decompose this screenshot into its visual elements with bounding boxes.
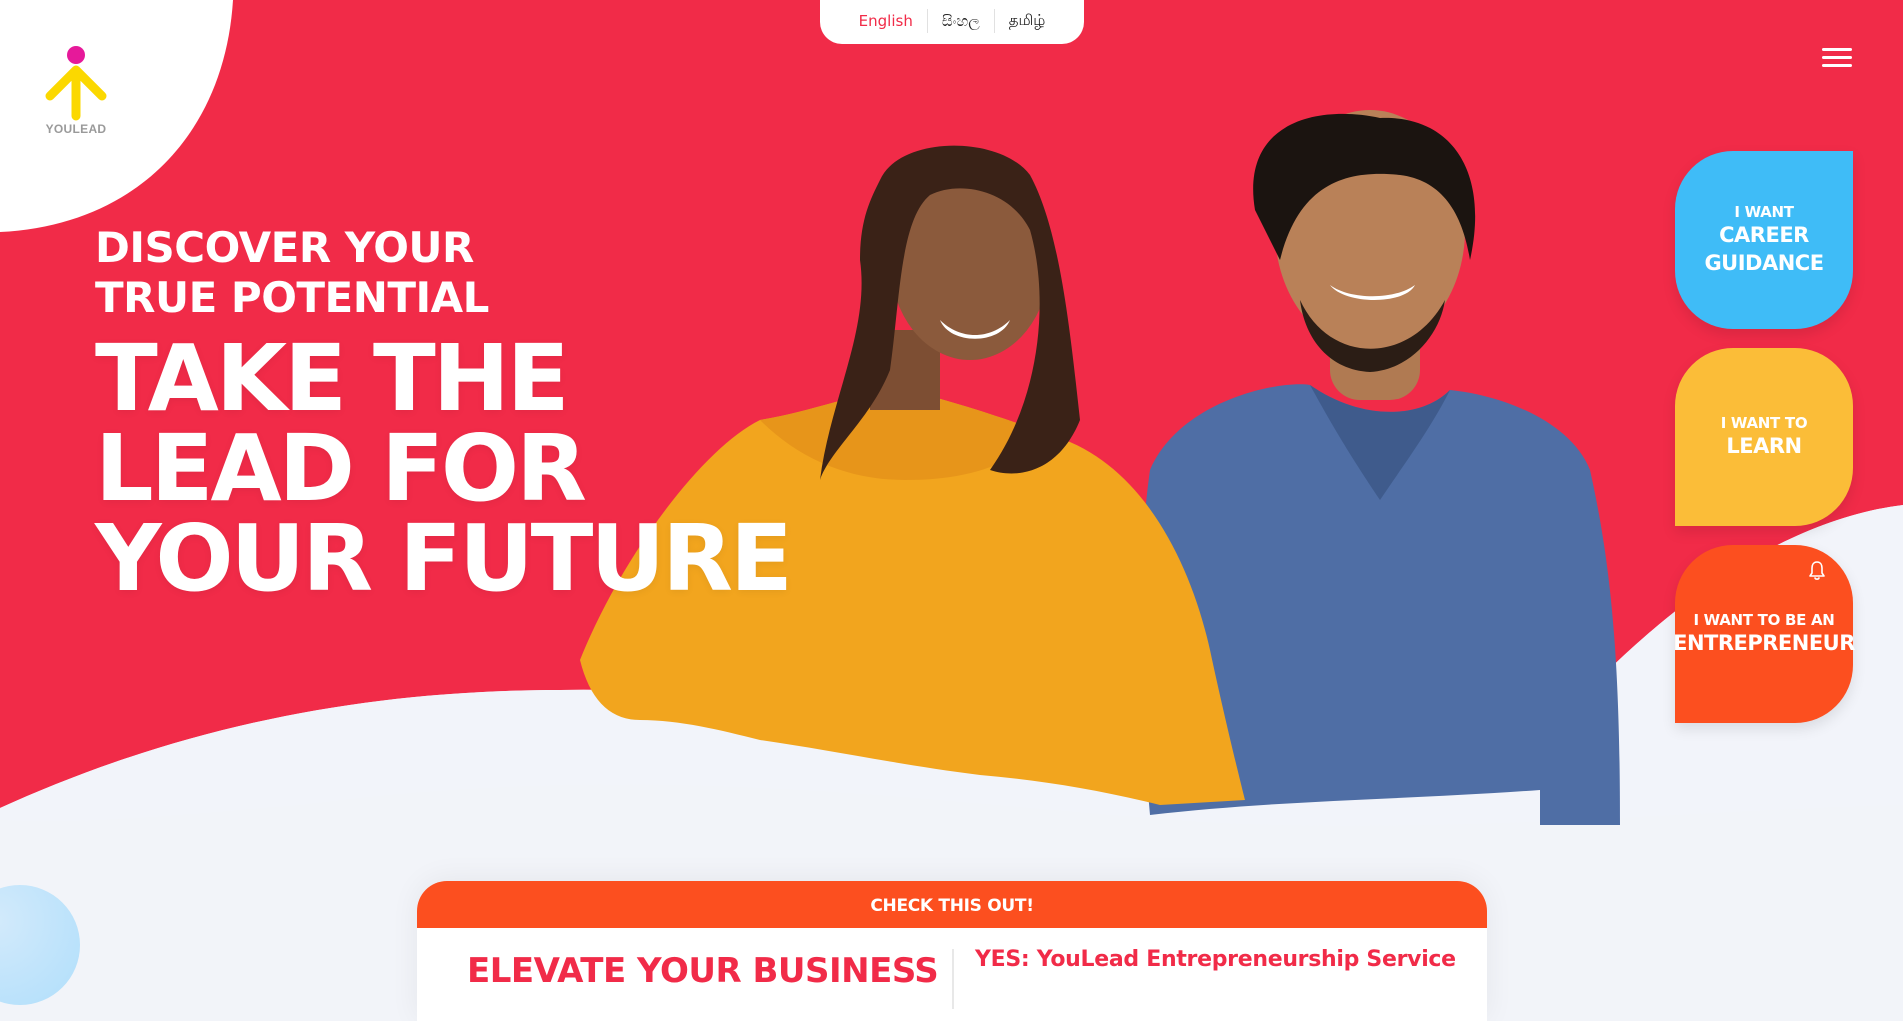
logo-arrow-icon — [45, 46, 107, 121]
learn-card[interactable]: I WANT TO LEARN — [1675, 348, 1853, 526]
headline-line: TAKE THE — [95, 325, 570, 432]
card-big-text: LEARN — [1726, 434, 1802, 458]
bell-icon[interactable] — [1805, 559, 1829, 583]
subheadline-line: DISCOVER YOUR — [95, 223, 474, 272]
card-small-text: I WANT TO BE AN — [1693, 611, 1835, 629]
promo-divider — [952, 949, 954, 1009]
lang-english[interactable]: English — [845, 12, 927, 30]
youlead-logo[interactable]: YOULEAD — [40, 44, 112, 140]
card-big-text: CAREER — [1719, 223, 1809, 247]
card-small-text: I WANT — [1734, 203, 1794, 221]
hero-subheadline: DISCOVER YOUR TRUE POTENTIAL — [95, 223, 489, 323]
lang-sinhala[interactable]: සිංහල — [928, 12, 994, 30]
lang-tamil[interactable]: தமிழ் — [995, 11, 1060, 31]
language-switcher: English සිංහල தமிழ் — [820, 0, 1084, 44]
promo-card: CHECK THIS OUT! ELEVATE YOUR BUSINESS YE… — [417, 881, 1487, 1021]
entrepreneur-card[interactable]: I WANT TO BE AN ENTREPRENEUR — [1673, 545, 1855, 723]
promo-header: CHECK THIS OUT! — [417, 881, 1487, 928]
headline-line: YOUR FUTURE — [95, 505, 793, 612]
hero-section: YOULEAD English සිංහල தமிழ் DISCOVER YOU… — [0, 0, 1903, 1021]
hero-headline: TAKE THE LEAD FOR YOUR FUTURE — [95, 325, 793, 612]
headline-line: LEAD FOR — [95, 415, 587, 522]
promo-left-title[interactable]: ELEVATE YOUR BUSINESS — [467, 951, 939, 991]
card-big-text: GUIDANCE — [1704, 251, 1824, 275]
career-guidance-card[interactable]: I WANT CAREER GUIDANCE — [1675, 151, 1853, 329]
hamburger-menu-icon[interactable] — [1822, 48, 1852, 68]
subheadline-line: TRUE POTENTIAL — [95, 273, 489, 322]
card-small-text: I WANT TO — [1720, 414, 1808, 432]
logo-text: YOULEAD — [45, 122, 107, 136]
promo-right-title[interactable]: YES: YouLead Entrepreneurship Service — [975, 947, 1456, 972]
card-big-text: ENTREPRENEUR — [1673, 631, 1855, 655]
